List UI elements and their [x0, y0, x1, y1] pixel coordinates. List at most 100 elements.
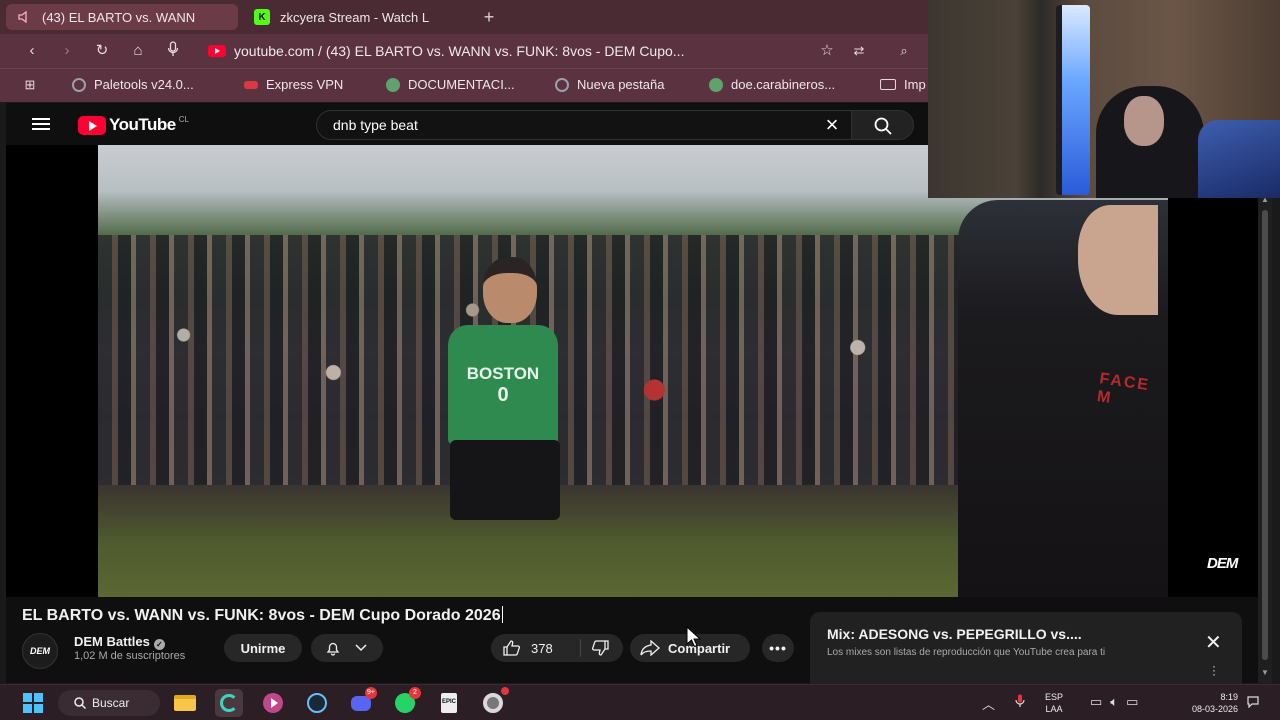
video-frame[interactable]: BOSTON 0 FACE M — [98, 145, 1168, 597]
clock-date: 08-03-2026 — [1191, 704, 1238, 714]
like-count: 378 — [531, 640, 553, 656]
tab-stream[interactable]: K zkcyera Stream - Watch L — [244, 4, 470, 30]
display-icon[interactable]: ▭ — [1090, 694, 1110, 709]
back-icon[interactable]: ‹ — [22, 41, 42, 61]
close-icon[interactable]: ✕ — [1205, 630, 1222, 655]
discord-icon[interactable]: 9+ — [347, 687, 377, 717]
express-vpn-icon — [244, 80, 258, 89]
channel-avatar[interactable]: DEM — [22, 633, 58, 669]
bookmark-star-icon[interactable]: ☆ — [817, 41, 837, 61]
bookmark-item[interactable]: DOCUMENTACI... — [386, 77, 515, 92]
tab-youtube-video[interactable]: (43) EL BARTO vs. WANN — [6, 4, 238, 30]
browser-toolbar: ‹ › ↻ ⌂ youtube.com / (43) EL BARTO vs. … — [0, 34, 928, 68]
address-bar[interactable]: youtube.com / (43) EL BARTO vs. WANN vs.… — [196, 38, 896, 64]
battery-icon[interactable]: ▭ — [1126, 694, 1146, 709]
clock-time: 8:19 — [1220, 692, 1238, 702]
notification-icon[interactable] — [1246, 694, 1260, 711]
scrollbar-thumb[interactable] — [1262, 210, 1268, 660]
jersey-number: 0 — [497, 383, 509, 406]
microphone-icon[interactable] — [1015, 694, 1025, 711]
forward-icon[interactable]: › — [57, 41, 77, 61]
start-button[interactable] — [19, 689, 47, 717]
bookmark-label: Paletools v24.0... — [94, 77, 194, 92]
bookmarks-bar: ⊞ Paletools v24.0... Express VPN DOCUMEN… — [0, 68, 928, 102]
home-icon[interactable]: ⌂ — [128, 41, 148, 61]
scroll-down-icon[interactable]: ▼ — [1261, 668, 1269, 677]
channel-name[interactable]: DEM Battles ✓ — [74, 634, 165, 650]
blanket — [1198, 120, 1280, 198]
microphone-icon[interactable] — [163, 41, 183, 61]
folder-icon — [880, 79, 896, 90]
apps-grid-icon[interactable]: ⊞ — [20, 75, 40, 95]
jersey-text: BOSTON — [466, 363, 540, 383]
share-link-icon[interactable]: ⇄ — [849, 41, 869, 61]
kick-icon: K — [254, 9, 270, 25]
clear-search-icon[interactable]: × — [820, 113, 844, 137]
lens-icon[interactable]: ⌕ — [894, 41, 914, 61]
clock[interactable]: 8:19 08-03-2026 — [1172, 691, 1238, 715]
mix-title[interactable]: Mix: ADESONG vs. PEPEGRILLO vs.... — [827, 626, 1082, 642]
layout-code: LAA — [1045, 704, 1063, 714]
reload-icon[interactable]: ↻ — [92, 41, 112, 61]
bookmark-item[interactable]: Express VPN — [244, 77, 343, 92]
globe-icon — [555, 77, 569, 92]
globe-icon — [72, 77, 86, 92]
performer-jersey: BOSTON 0 — [448, 325, 558, 445]
search-icon — [874, 117, 892, 135]
chevron-up-icon[interactable]: ︿ — [982, 694, 995, 713]
epic-games-icon[interactable]: EPIC — [435, 689, 463, 717]
channel-watermark: DEM — [1207, 555, 1238, 572]
join-button[interactable]: Unirme — [224, 634, 302, 662]
tab-label: zkcyera Stream - Watch L — [280, 9, 430, 25]
country-code: CL — [178, 114, 189, 124]
more-actions-button[interactable]: ••• — [762, 634, 794, 662]
notifications-button[interactable] — [311, 634, 383, 662]
streamer-face — [1124, 96, 1164, 146]
chrome-update-dot — [501, 687, 509, 695]
browser-app-icon[interactable] — [215, 689, 243, 717]
video-player[interactable]: BOSTON 0 FACE M DEM — [6, 145, 1258, 597]
browser-tab-bar: (43) EL BARTO vs. WANN K zkcyera Stream … — [0, 0, 928, 34]
bookmark-label: Express VPN — [266, 77, 344, 92]
bookmark-folder[interactable]: Imp — [880, 77, 926, 92]
search-icon — [74, 697, 86, 709]
search-input[interactable]: dnb type beat — [316, 110, 852, 140]
bookmark-label: doe.carabineros... — [731, 77, 836, 92]
thumbs-up-icon — [503, 640, 521, 656]
whatsapp-icon[interactable]: 2 — [391, 687, 421, 717]
tab-label: (43) EL BARTO vs. WANN — [42, 9, 196, 25]
search-query: dnb type beat — [333, 117, 418, 133]
chevron-down-icon — [355, 644, 367, 652]
site-icon — [386, 77, 400, 92]
volume-icon[interactable]: 🔈︎ — [1110, 694, 1126, 709]
system-tray-icons[interactable]: ▭🔈︎▭ — [1090, 694, 1146, 710]
chrome-icon[interactable] — [479, 687, 509, 717]
kebab-menu-icon[interactable]: · · · — [1212, 660, 1216, 680]
media-player-icon[interactable] — [259, 689, 287, 717]
subscriber-count: 1,02 M de suscriptores — [74, 650, 186, 662]
bookmark-item[interactable]: Nueva pestaña — [555, 77, 664, 92]
logo-text: YouTube — [109, 115, 176, 134]
bookmark-label: Imp — [904, 77, 926, 92]
file-explorer-icon[interactable] — [171, 689, 199, 717]
bookmark-item[interactable]: doe.carabineros... — [709, 77, 835, 92]
thumbs-down-icon — [591, 640, 609, 656]
window-light — [1056, 5, 1090, 195]
bookmark-item[interactable]: Paletools v24.0... — [72, 77, 194, 92]
taskbar-search[interactable]: Buscar — [58, 690, 160, 716]
like-button[interactable]: 378 — [491, 639, 581, 657]
search-button[interactable] — [851, 110, 914, 140]
discord-badge: 9+ — [365, 687, 377, 699]
new-tab-button[interactable]: + — [478, 6, 500, 28]
youtube-play-icon — [78, 115, 106, 135]
video-title: EL BARTO vs. WANN vs. FUNK: 8vos - DEM C… — [22, 606, 503, 624]
mix-playlist-panel[interactable]: Mix: ADESONG vs. PEPEGRILLO vs.... Los m… — [810, 612, 1242, 684]
input-language[interactable]: ESP LAA — [1045, 691, 1063, 715]
youtube-logo[interactable]: YouTube CL — [78, 115, 189, 135]
steam-icon[interactable] — [303, 689, 331, 717]
menu-icon[interactable] — [32, 118, 50, 130]
speaker-icon — [16, 9, 32, 25]
windows-logo-icon — [23, 693, 43, 713]
verified-icon: ✓ — [153, 639, 165, 650]
dislike-button[interactable] — [581, 640, 609, 656]
